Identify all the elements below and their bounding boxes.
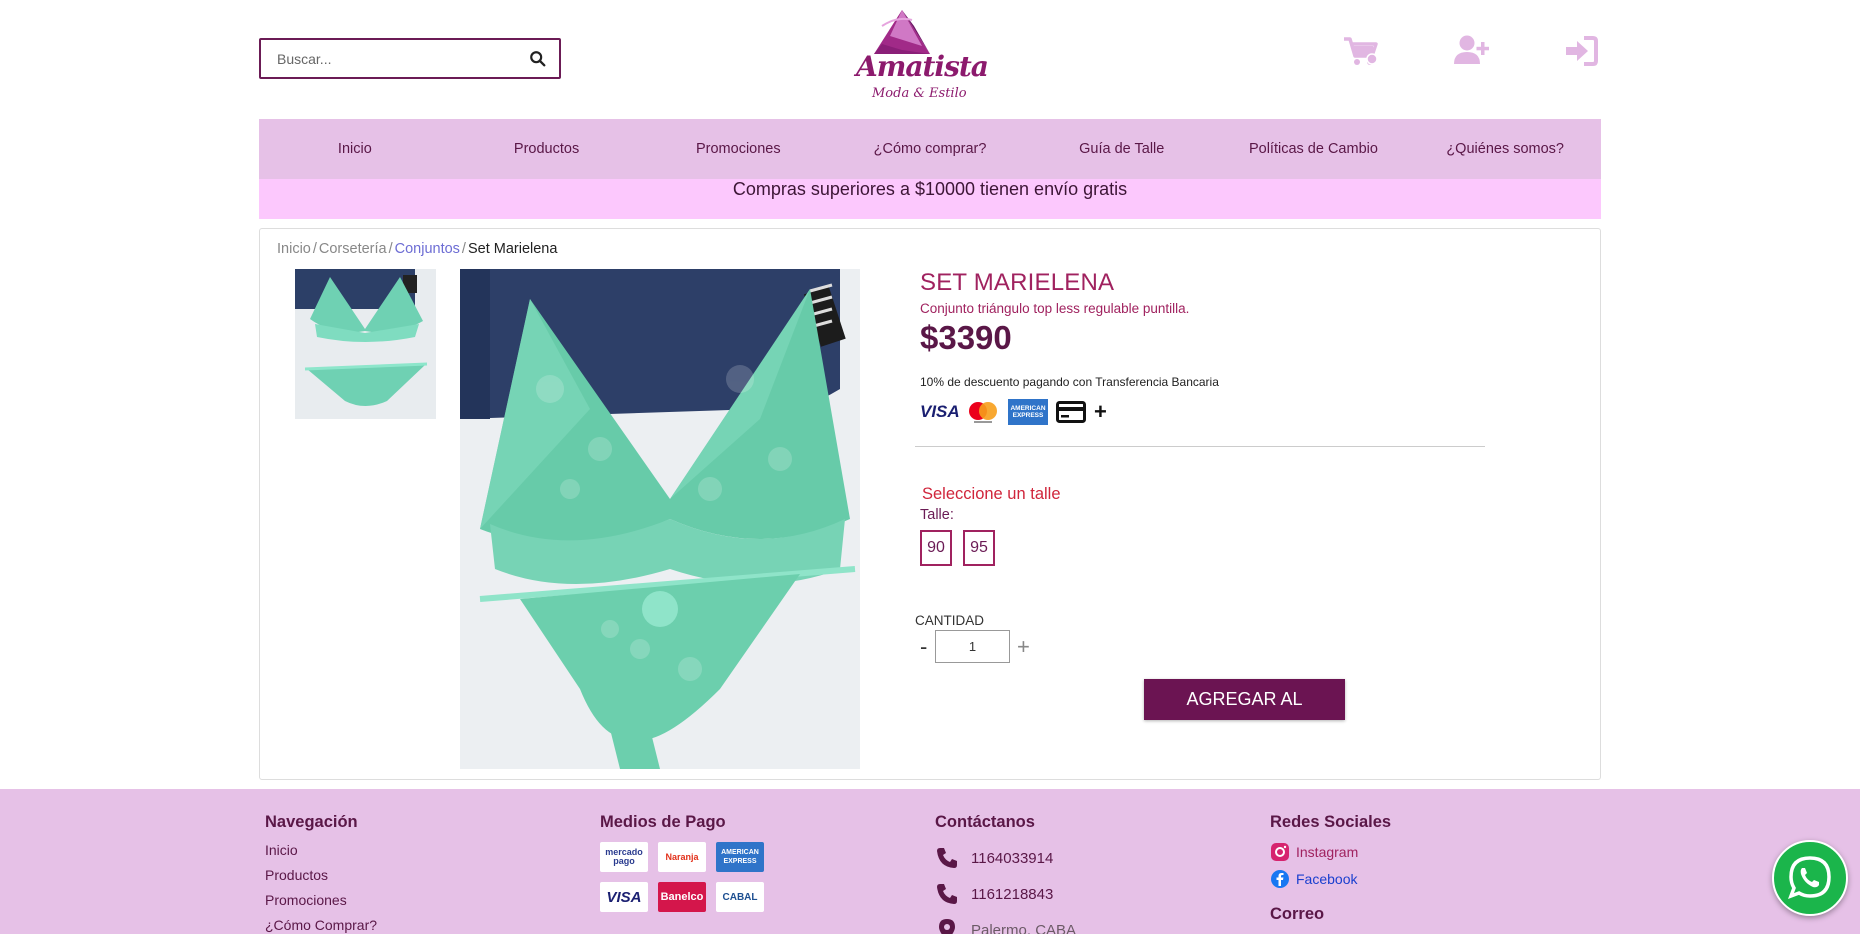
nav-item-como-comprar[interactable]: ¿Cómo comprar? bbox=[834, 141, 1026, 157]
product-title: SET MARIELENA bbox=[920, 269, 1115, 296]
facebook-link-text[interactable]: Facebook bbox=[1296, 871, 1357, 887]
footer-payments-heading: Medios de Pago bbox=[600, 813, 726, 831]
naranja-logo: Naranja bbox=[658, 842, 706, 872]
quantity-label: CANTIDAD bbox=[915, 613, 985, 628]
quantity-increase-button[interactable]: + bbox=[1017, 634, 1030, 660]
contact-location: Palermo, CABA bbox=[935, 918, 1076, 934]
breadcrumb-separator: / bbox=[312, 241, 317, 257]
plus-icon[interactable]: + bbox=[1094, 399, 1107, 425]
nav-item-inicio[interactable]: Inicio bbox=[259, 141, 451, 157]
breadcrumb-separator: / bbox=[388, 241, 393, 257]
contact-phone-2-text[interactable]: 1161218843 bbox=[971, 886, 1053, 903]
logo-tagline: Moda & Estilo bbox=[872, 86, 967, 101]
product-card: Inicio / Corsetería / Conjuntos / Set Marielen… bbox=[259, 228, 1601, 780]
footer-nav-heading: Navegación bbox=[265, 813, 358, 831]
brand-logo[interactable]: Amatista Moda & Estilo bbox=[852, 6, 989, 104]
transfer-discount-note: 10% de descuento pagando con Transferenc… bbox=[920, 375, 1219, 389]
map-marker-icon bbox=[939, 919, 955, 934]
main-nav: Inicio Productos Promociones ¿Cómo compr… bbox=[259, 119, 1601, 179]
logo-brand-text: Amatista bbox=[856, 50, 989, 83]
footer-link-inicio[interactable]: Inicio bbox=[265, 842, 377, 858]
footer-social: Redes Sociales Instagram Facebook Correo bbox=[1270, 813, 1391, 934]
footer-nav: Navegación Inicio Productos Promociones … bbox=[265, 813, 377, 934]
mercadopago-logo: mercado pago bbox=[600, 842, 648, 872]
contact-location-text: Palermo, CABA bbox=[971, 921, 1077, 934]
footer-social-heading: Redes Sociales bbox=[1270, 813, 1392, 831]
add-to-cart-button[interactable]: AGREGAR AL CARRITO bbox=[1144, 679, 1345, 750]
visa-icon: VISA bbox=[920, 402, 960, 421]
breadcrumb-link-conjuntos[interactable]: Conjuntos bbox=[395, 241, 460, 257]
nav-item-productos[interactable]: Productos bbox=[451, 141, 643, 157]
footer-contact: Contáctanos 1164033914 1161218843 Palerm… bbox=[935, 813, 1076, 934]
nav-item-guia-talle[interactable]: Guía de Talle bbox=[1026, 141, 1218, 157]
amex-icon-text: AMERICAN EXPRESS bbox=[1010, 405, 1046, 419]
size-label: Talle: bbox=[920, 507, 954, 523]
credit-card-icon bbox=[1056, 401, 1086, 423]
product-price: $3390 bbox=[920, 319, 1012, 356]
facebook-link[interactable]: Facebook bbox=[1270, 869, 1391, 889]
breadcrumb-link-inicio[interactable]: Inicio bbox=[277, 241, 311, 257]
contact-phone-2: 1161218843 bbox=[935, 882, 1076, 906]
product-description: Conjunto triángulo top less regulable pu… bbox=[920, 301, 1190, 316]
nav-item-promociones[interactable]: Promociones bbox=[642, 141, 834, 157]
product-main-image[interactable] bbox=[460, 269, 860, 769]
search-input[interactable] bbox=[261, 40, 511, 77]
breadcrumb: Inicio / Corsetería / Conjuntos / Set Marielen… bbox=[277, 241, 557, 257]
search-icon[interactable] bbox=[529, 50, 547, 68]
cabal-logo: CABAL bbox=[716, 882, 764, 912]
size-option-90[interactable]: 90 bbox=[920, 530, 952, 566]
facebook-icon bbox=[1271, 870, 1289, 888]
footer-mail-heading: Correo bbox=[1270, 905, 1325, 923]
user-plus-icon[interactable] bbox=[1452, 34, 1490, 68]
phone-icon bbox=[937, 884, 957, 904]
nav-item-politicas-cambio[interactable]: Políticas de Cambio bbox=[1218, 141, 1410, 157]
size-option-95[interactable]: 95 bbox=[963, 530, 995, 566]
divider bbox=[915, 446, 1485, 447]
whatsapp-button[interactable] bbox=[1772, 840, 1848, 916]
visa-logo: VISA bbox=[600, 882, 648, 912]
size-selector: 90 95 bbox=[920, 530, 995, 566]
footer-contact-heading: Contáctanos bbox=[935, 813, 1035, 831]
breadcrumb-current: Set Marielena bbox=[467, 241, 558, 257]
phone-icon bbox=[937, 848, 957, 868]
search-box bbox=[259, 38, 561, 79]
footer-link-productos[interactable]: Productos bbox=[265, 867, 377, 883]
footer-link-promociones[interactable]: Promociones bbox=[265, 892, 377, 908]
amex-logo: AMERICAN EXPRESS bbox=[716, 842, 764, 872]
cart-icon[interactable] bbox=[1342, 34, 1380, 68]
free-shipping-banner: Compras superiores a $10000 tienen envío… bbox=[259, 179, 1601, 219]
instagram-link[interactable]: Instagram bbox=[1270, 842, 1391, 862]
footer-payments: Medios de Pago mercado pago Naranja AMER… bbox=[600, 813, 764, 912]
payment-logo-grid: mercado pago Naranja AMERICAN EXPRESS VI… bbox=[600, 842, 764, 912]
banelco-logo: Banelco bbox=[658, 882, 706, 912]
amex-icon: AMERICAN EXPRESS bbox=[1008, 399, 1048, 425]
quantity-stepper: - + bbox=[920, 630, 1030, 663]
size-prompt: Seleccione un talle bbox=[922, 485, 1061, 503]
product-thumbnail[interactable] bbox=[295, 269, 436, 419]
sign-in-icon[interactable] bbox=[1562, 34, 1600, 68]
payment-methods: VISA AMERICAN EXPRESS + bbox=[920, 399, 1107, 425]
contact-phone-1-text[interactable]: 1164033914 bbox=[971, 850, 1053, 867]
quantity-input[interactable] bbox=[935, 630, 1010, 663]
instagram-icon bbox=[1271, 843, 1289, 861]
breadcrumb-separator: / bbox=[461, 241, 466, 257]
footer: Navegación Inicio Productos Promociones … bbox=[0, 789, 1860, 934]
contact-phone-1: 1164033914 bbox=[935, 846, 1076, 870]
instagram-link-text[interactable]: Instagram bbox=[1296, 844, 1358, 860]
whatsapp-icon bbox=[1788, 856, 1831, 899]
mastercard-icon bbox=[969, 402, 997, 423]
footer-link-como-comprar[interactable]: ¿Cómo Comprar? bbox=[265, 917, 377, 933]
quantity-decrease-button[interactable]: - bbox=[920, 634, 935, 660]
nav-item-quienes-somos[interactable]: ¿Quiénes somos? bbox=[1409, 141, 1601, 157]
breadcrumb-link-corseteria[interactable]: Corsetería bbox=[319, 241, 387, 257]
